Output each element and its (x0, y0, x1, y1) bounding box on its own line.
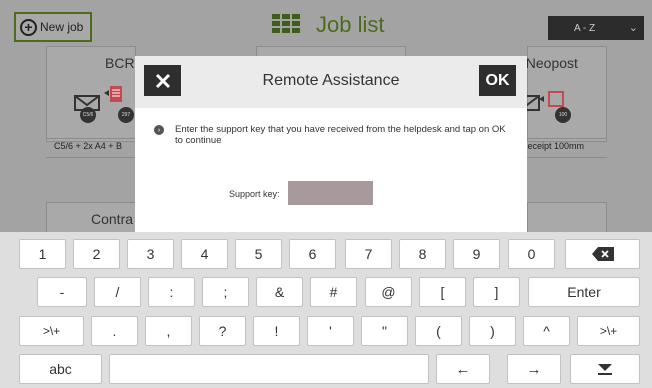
shift-key-left[interactable]: >\+ (19, 316, 84, 346)
key-7[interactable]: 7 (345, 239, 392, 269)
page-title: Job list (316, 12, 385, 37)
key-1[interactable]: 1 (19, 239, 66, 269)
key-9[interactable]: 9 (453, 239, 500, 269)
plus-icon: + (20, 18, 37, 36)
chevron-right-icon: › (154, 125, 164, 135)
key-6[interactable]: 6 (289, 239, 336, 269)
grid-icon (272, 14, 300, 33)
key-semicolon[interactable]: ; (202, 277, 249, 307)
shift-key-right[interactable]: >\+ (577, 316, 640, 346)
key-ampersand[interactable]: & (256, 277, 303, 307)
key-close-bracket[interactable]: ] (473, 277, 520, 307)
right-arrow-key[interactable]: → (507, 354, 561, 384)
sort-value: A - Z (574, 22, 596, 34)
support-key-input[interactable] (288, 181, 373, 205)
enter-key[interactable]: Enter (528, 277, 640, 307)
key-open-paren[interactable]: ( (415, 316, 462, 346)
key-exclamation[interactable]: ! (253, 316, 300, 346)
instruction-text: Enter the support key that you have rece… (175, 124, 506, 146)
hide-keyboard-icon (598, 364, 612, 375)
key-open-bracket[interactable]: [ (419, 277, 466, 307)
key-hyphen[interactable]: - (37, 277, 87, 307)
new-job-label: New job (40, 20, 84, 34)
job-card[interactable] (256, 46, 406, 56)
document-icon (104, 86, 122, 102)
key-close-paren[interactable]: ) (469, 316, 516, 346)
left-arrow-key[interactable]: ← (436, 354, 490, 384)
sort-dropdown[interactable]: A - Z ⌄ (548, 16, 644, 40)
job-badge: 297 (118, 107, 134, 123)
key-2[interactable]: 2 (73, 239, 120, 269)
key-3[interactable]: 3 (127, 239, 174, 269)
key-4[interactable]: 4 (181, 239, 228, 269)
abc-key[interactable]: abc (19, 354, 102, 384)
job-badge: 100 (555, 107, 571, 123)
key-comma[interactable]: , (145, 316, 192, 346)
job-card-title: BCR (105, 55, 135, 71)
key-at[interactable]: @ (365, 277, 412, 307)
new-job-button[interactable]: + New job (14, 12, 92, 42)
key-question[interactable]: ? (199, 316, 246, 346)
key-colon[interactable]: : (148, 277, 195, 307)
key-8[interactable]: 8 (399, 239, 446, 269)
ok-button[interactable]: OK (479, 65, 516, 96)
key-apostrophe[interactable]: ' (307, 316, 354, 346)
key-slash[interactable]: / (94, 277, 141, 307)
space-key[interactable] (109, 354, 429, 384)
key-5[interactable]: 5 (235, 239, 282, 269)
key-0[interactable]: 0 (508, 239, 555, 269)
support-key-label: Support key: (229, 189, 280, 199)
job-card[interactable] (527, 202, 607, 232)
job-badge: C5/6 (80, 107, 96, 123)
job-card-desc: C5/6 + 2x A4 + B (54, 141, 123, 151)
job-card-desc: Receipt 100mm (521, 141, 585, 151)
on-screen-keyboard: 1 2 3 4 5 6 7 8 9 0 - / : ; & # @ [ ] En… (0, 232, 652, 388)
dialog-title: Remote Assistance (262, 72, 400, 89)
key-hash[interactable]: # (310, 277, 357, 307)
hide-keyboard-key[interactable] (570, 354, 640, 384)
chevron-down-icon: ⌄ (628, 22, 638, 34)
key-period[interactable]: . (91, 316, 138, 346)
dialog-header: Remote Assistance OK (135, 56, 527, 108)
job-card[interactable]: Contra (46, 202, 136, 232)
backspace-icon (591, 247, 614, 261)
remote-assistance-dialog: Remote Assistance OK › Enter the support… (135, 56, 527, 232)
backspace-key[interactable] (565, 239, 640, 269)
job-card-title: Contra (91, 211, 134, 227)
key-quote[interactable]: " (361, 316, 408, 346)
key-caret[interactable]: ^ (523, 316, 570, 346)
